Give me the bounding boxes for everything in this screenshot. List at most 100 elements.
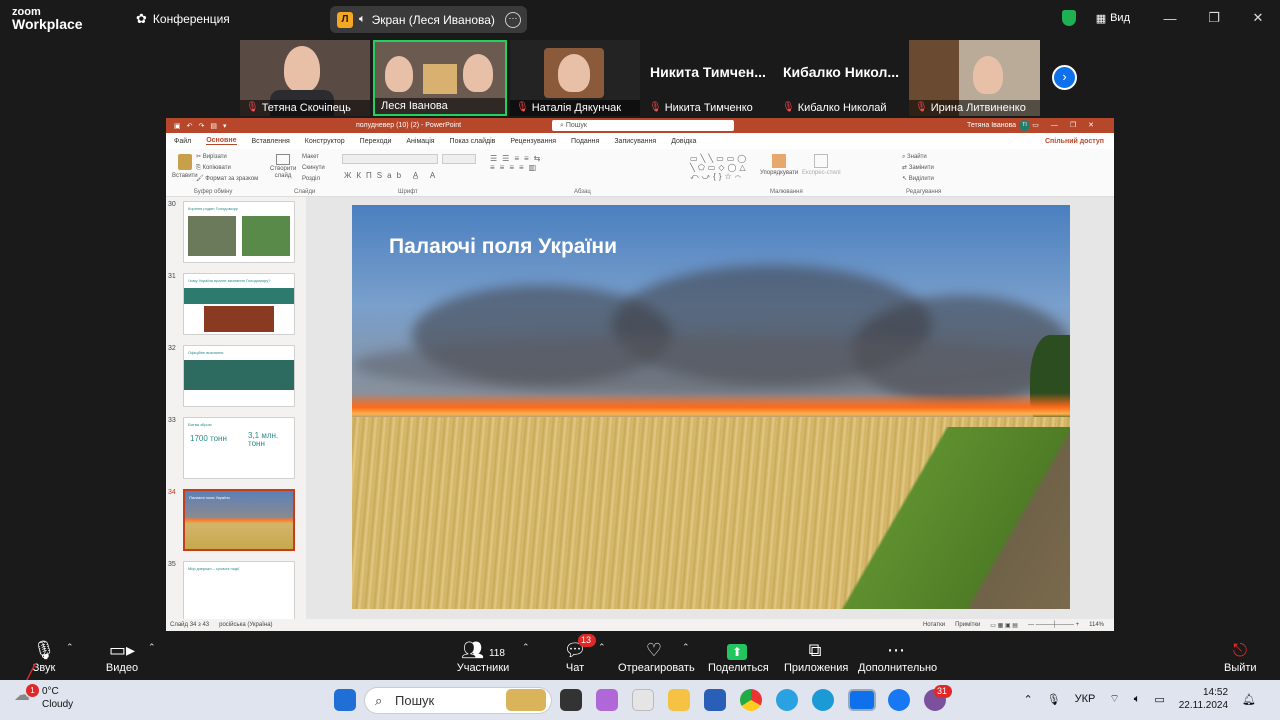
zoom-app-icon[interactable]	[848, 689, 876, 711]
tab-view[interactable]: Подання	[571, 138, 599, 145]
font-format-buttons[interactable]: ЖКПSab A̲ A	[344, 171, 440, 180]
slide-title[interactable]: Палаючі поля України	[389, 235, 617, 259]
notes-button[interactable]: Нотатки	[923, 622, 945, 629]
participant-tile[interactable]: 🎙︎ Наталія Дякунчак	[510, 40, 640, 116]
next-participants-chevron-icon[interactable]: ›	[1052, 65, 1077, 90]
slide-thumbnail[interactable]: Міф дзеркал – сучасні події	[183, 561, 295, 619]
format-painter-button[interactable]: 🖌︎ Формат за зразком	[196, 174, 258, 185]
react-options-chevron-icon[interactable]: ⌃	[682, 642, 690, 653]
meeting-info-button[interactable]: ✿ Конференция	[136, 11, 230, 27]
share-button[interactable]: Спільний доступ	[1045, 138, 1104, 145]
ppt-user-avatar[interactable]: ТІ	[1019, 120, 1030, 131]
chat-options-chevron-icon[interactable]: ⌃	[598, 642, 606, 653]
tab-transitions[interactable]: Переходи	[360, 138, 392, 145]
participant-tile[interactable]: 🎙︎ Тетяна Скочіпець	[240, 40, 370, 116]
arrange-button[interactable]: Упорядкувати	[760, 152, 798, 176]
select-button[interactable]: ↖ Виділити	[902, 174, 934, 185]
section-button[interactable]: Розділ	[302, 174, 325, 185]
video-options-chevron-icon[interactable]: ⌃	[148, 642, 156, 653]
font-name-select[interactable]	[342, 154, 438, 164]
task-view-icon[interactable]	[560, 689, 582, 711]
battery-icon[interactable]: ▭	[1154, 693, 1164, 706]
participants-button[interactable]: 👥︎ 118 Участники	[456, 638, 510, 674]
clock[interactable]: 14:52 22.11.2024	[1179, 686, 1228, 712]
copilot-icon[interactable]	[596, 689, 618, 711]
weather-widget[interactable]: ☁ 1 0°C Cloudy	[14, 684, 73, 711]
edge-icon[interactable]	[812, 689, 834, 711]
security-shield-icon[interactable]	[1061, 10, 1076, 26]
minimize-icon[interactable]: —	[1148, 11, 1192, 26]
slide-thumbnail-selected[interactable]: Палаючі поля України	[183, 489, 295, 551]
chrome-icon[interactable]	[740, 689, 762, 711]
paragraph-buttons[interactable]: ☰☰≡≡⇆ ≡≡≡≡▥	[490, 154, 545, 172]
shapes-gallery[interactable]: ▭╲╲▭▭◯ ╲⬠▭◇◯△ ⤺⤻{}☆⌒	[690, 154, 756, 186]
audio-button[interactable]: 🎙︎╱ Звук	[25, 638, 58, 684]
quick-styles-button[interactable]: Експрес-стилі	[802, 152, 841, 176]
restore-icon[interactable]: ❐	[1192, 10, 1236, 26]
windows-start-icon[interactable]	[334, 689, 356, 711]
close-icon[interactable]: ✕	[1236, 10, 1280, 26]
notification-bell-icon[interactable]: 🔔︎	[1242, 693, 1256, 706]
copy-button[interactable]: ⎘ Копіювати	[196, 163, 258, 174]
facebook-icon[interactable]	[888, 689, 910, 711]
slide-thumbnail[interactable]: Битва зброю 1700 тонн 3,1 млн. тонн	[183, 417, 295, 479]
tray-chevron-icon[interactable]: ⌃	[1023, 693, 1032, 706]
audio-options-chevron-icon[interactable]: ⌃	[66, 642, 74, 653]
tab-design[interactable]: Конструктор	[305, 138, 345, 145]
participant-tile-active[interactable]: Леся Іванова	[373, 40, 507, 116]
cut-button[interactable]: ✂ Вирізати	[196, 152, 258, 163]
telegram-icon[interactable]	[776, 689, 798, 711]
screen-share-pill[interactable]: Л 🔈︎ Экран (Леся Иванова) ···	[330, 6, 527, 33]
layout-button[interactable]: Макет	[302, 152, 325, 163]
tab-slideshow[interactable]: Показ слайдів	[450, 138, 496, 145]
tab-insert[interactable]: Вставлення	[252, 138, 290, 145]
more-button[interactable]: ⋯ Дополнительно	[858, 638, 937, 674]
tab-animations[interactable]: Анімація	[406, 138, 434, 145]
ppt-quick-access-icons[interactable]: ▣↶↷▤▾	[174, 122, 232, 130]
new-slide-button[interactable]: Створити слайд	[270, 152, 296, 180]
video-button[interactable]: ▭▸ Видео	[104, 638, 140, 674]
font-size-select[interactable]	[442, 154, 476, 164]
paste-button[interactable]: Вставити	[172, 152, 198, 182]
volume-icon[interactable]: 🔈︎	[1134, 693, 1141, 706]
microphone-icon[interactable]: 🎙︎	[1047, 693, 1061, 706]
photos-icon[interactable]	[632, 689, 654, 711]
slide-editing-area[interactable]: Палаючі поля України	[306, 197, 1114, 619]
tab-file[interactable]: Файл	[174, 138, 191, 145]
leave-button[interactable]: ⎋ Выйти	[1224, 638, 1257, 674]
thumb-number: 32	[168, 345, 176, 352]
react-button[interactable]: ♡ Отреагировать	[618, 638, 695, 674]
tab-help[interactable]: Довідка	[671, 138, 696, 145]
store-icon[interactable]	[704, 689, 726, 711]
participant-tile[interactable]: 🎙︎ Ирина Литвиненко	[909, 40, 1040, 116]
language-indicator[interactable]: УКР	[1075, 693, 1096, 705]
share-screen-button[interactable]: ⬆ Поделиться	[708, 638, 769, 674]
tab-home[interactable]: Основне	[206, 137, 237, 145]
tab-review[interactable]: Рецензування	[510, 138, 556, 145]
find-button[interactable]: ⌕ Знайти	[902, 152, 934, 163]
wifi-icon[interactable]: ⌔	[1109, 692, 1119, 706]
current-slide[interactable]: Палаючі поля України	[352, 205, 1070, 609]
slide-thumbnail[interactable]: Офіційне визнання	[183, 345, 295, 407]
language-indicator[interactable]: російська (Україна)	[219, 622, 272, 628]
more-options-icon[interactable]: ···	[505, 11, 521, 28]
tab-record[interactable]: Записування	[614, 138, 656, 145]
ppt-search-input[interactable]: ⌕ Пошук	[552, 120, 734, 131]
slide-thumbnail[interactable]: Чому Україна прагне визнання Голодомору?	[183, 273, 295, 335]
apps-button[interactable]: ⧉ Приложения	[784, 638, 848, 674]
file-explorer-icon[interactable]	[668, 689, 690, 711]
view-mode-icons[interactable]: ▭ ▦ ▣ ▤	[990, 622, 1018, 629]
participant-tile[interactable]: Кибалко Никол... 🎙︎ Кибалко Николай	[776, 40, 906, 116]
slide-thumbnail[interactable]: Коріння родин Голодомору	[183, 201, 295, 263]
zoom-level[interactable]: 114%	[1089, 622, 1104, 629]
participant-tile[interactable]: Никита Тимчен... 🎙︎ Никита Тимченко	[643, 40, 773, 116]
reset-button[interactable]: Скинути	[302, 163, 325, 174]
replace-button[interactable]: ⇄ Замінити	[902, 163, 934, 174]
view-button[interactable]: ▦ Вид	[1096, 12, 1130, 25]
viber-badge: 31	[934, 685, 952, 698]
zoom-slider[interactable]: — ────┼──── +	[1028, 622, 1079, 629]
comments-button[interactable]: Примітки	[955, 622, 980, 629]
ppt-window-controls[interactable]: ▭—❐✕	[1032, 121, 1106, 129]
thumb-title: Чому Україна прагне визнання Голодомору?	[188, 278, 271, 283]
participants-options-chevron-icon[interactable]: ⌃	[522, 642, 530, 653]
